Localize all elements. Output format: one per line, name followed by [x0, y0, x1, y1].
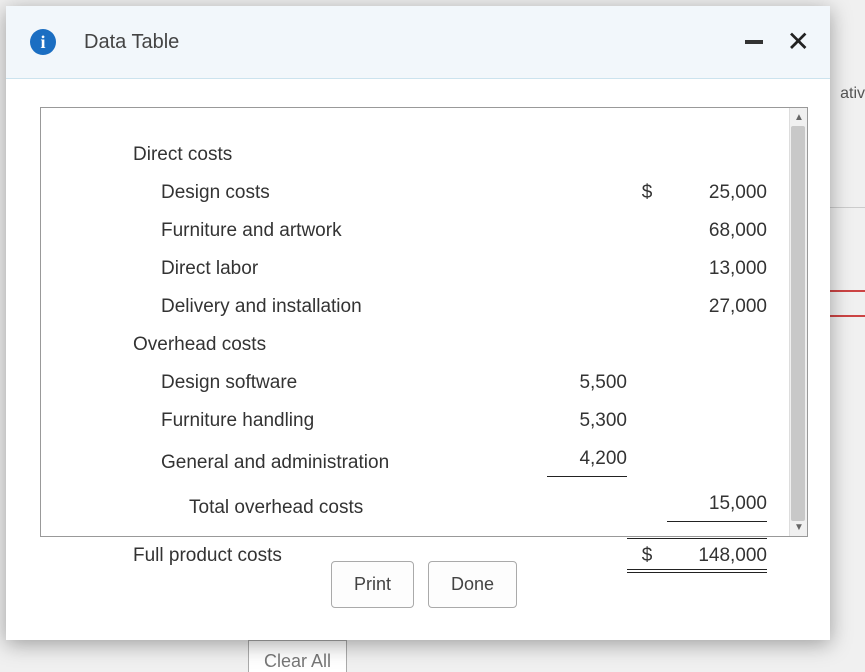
item-label: Design costs [133, 182, 517, 204]
bg-divider [830, 290, 865, 292]
item-value: 5,300 [547, 410, 627, 432]
minimize-button[interactable] [745, 40, 763, 44]
item-label: General and administration [133, 452, 517, 474]
table-row-subtotal: Total overhead costs 15,000 [133, 485, 767, 530]
bg-divider [830, 315, 865, 317]
scrollbar[interactable]: ▲ ▼ [789, 108, 807, 536]
scroll-down-icon[interactable]: ▼ [790, 518, 808, 536]
item-label: Furniture handling [133, 410, 517, 432]
bg-divider [830, 207, 865, 208]
table-container: ▲ ▼ Direct costs Design costs $ 25,000 F… [40, 107, 808, 537]
subtotal-value: 15,000 [667, 493, 767, 522]
item-value: 5,500 [547, 372, 627, 394]
table-row: Furniture and artwork 68,000 [133, 212, 767, 250]
total-value: 148,000 [667, 538, 767, 573]
item-value: 68,000 [667, 220, 767, 242]
currency-symbol: $ [627, 182, 667, 204]
table-row: Delivery and installation 27,000 [133, 288, 767, 326]
item-value: 25,000 [667, 182, 767, 204]
info-icon: i [30, 29, 56, 55]
modal-title: Data Table [84, 31, 745, 54]
scroll-up-icon[interactable]: ▲ [790, 108, 808, 126]
heading-label: Direct costs [133, 144, 767, 166]
item-label: Delivery and installation [133, 296, 517, 318]
item-label: Design software [133, 372, 517, 394]
item-value: 27,000 [667, 296, 767, 318]
currency-symbol: $ [627, 538, 667, 573]
total-label: Full product costs [133, 545, 517, 567]
subtotal-label: Total overhead costs [133, 497, 517, 519]
table-row: Furniture handling 5,300 [133, 402, 767, 440]
cost-table: Direct costs Design costs $ 25,000 Furni… [41, 108, 807, 591]
modal-header: i Data Table ✕ [6, 6, 830, 79]
item-label: Furniture and artwork [133, 220, 517, 242]
item-label: Direct labor [133, 258, 517, 280]
close-button[interactable]: ✕ [787, 28, 810, 56]
table-row: Design software 5,500 [133, 364, 767, 402]
bg-text-fragment: ativ [840, 85, 865, 103]
table-row: General and administration 4,200 [133, 440, 767, 485]
item-value: 13,000 [667, 258, 767, 280]
table-row: Design costs $ 25,000 [133, 174, 767, 212]
section-heading-direct: Direct costs [133, 136, 767, 174]
table-row: Direct labor 13,000 [133, 250, 767, 288]
table-row-total: Full product costs $ 148,000 [133, 530, 767, 581]
clear-all-button-bg: Clear All [248, 640, 347, 672]
modal-body: ▲ ▼ Direct costs Design costs $ 25,000 F… [6, 79, 830, 640]
data-table-modal: i Data Table ✕ ▲ ▼ Direct costs Design c… [6, 6, 830, 640]
item-value: 4,200 [547, 448, 627, 477]
scroll-thumb[interactable] [791, 126, 805, 521]
heading-label: Overhead costs [133, 334, 767, 356]
section-heading-overhead: Overhead costs [133, 326, 767, 364]
